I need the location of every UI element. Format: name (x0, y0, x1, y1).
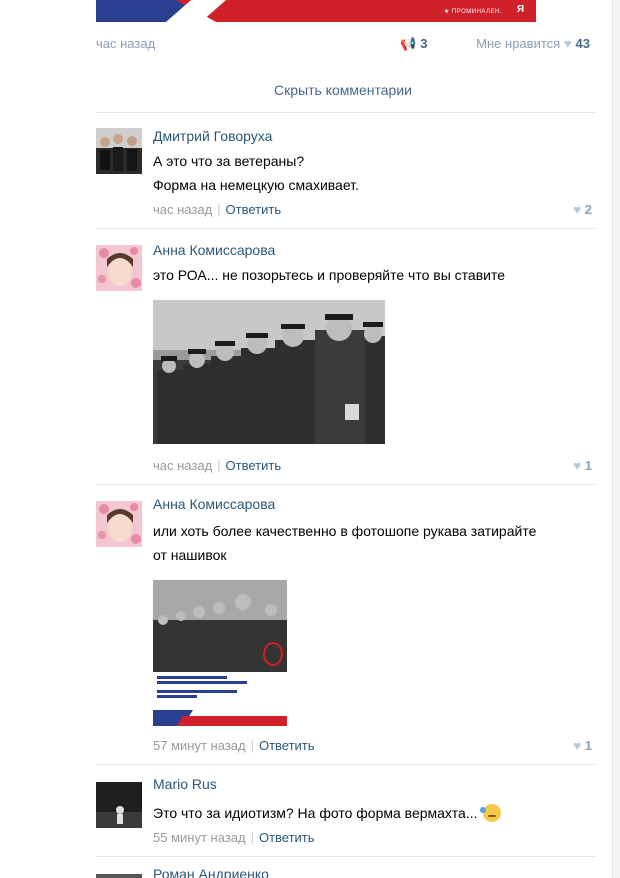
comment-text-line: Форма на немецкую смахивает. (153, 177, 359, 193)
post-meta-row: час назад 📢 3 Мне нравится ♥ 43 (96, 36, 590, 54)
comment-author[interactable]: Роман Андриенко (153, 866, 269, 878)
heart-icon: ♥ (573, 738, 582, 753)
comment-text-line: от нашивок (153, 547, 227, 563)
heart-icon: ♥ (573, 202, 582, 217)
comment-meta: час назад | Ответить (153, 202, 282, 217)
comment-time[interactable]: 57 минут назад (153, 738, 246, 753)
post-image-banner[interactable]: ★ ПРОМИНАЛЕН. Я (96, 0, 536, 22)
divider (96, 228, 596, 229)
avatar[interactable] (96, 874, 142, 878)
post-time[interactable]: час назад (96, 36, 155, 51)
comment-text-line: или хоть более качественно в фотошопе ру… (153, 523, 537, 539)
divider (96, 856, 596, 857)
comment-text: Это что за идиотизм? На фото форма верма… (153, 805, 478, 821)
like-button[interactable]: Мне нравится ♥ 43 (476, 36, 590, 51)
comment-like-button[interactable]: ♥ 2 (573, 202, 592, 217)
reply-link[interactable]: Ответить (259, 830, 315, 845)
like-label: Мне нравится (476, 36, 561, 51)
comment-like-button[interactable]: ♥ 1 (573, 458, 592, 473)
reply-link[interactable]: Ответить (226, 202, 282, 217)
heart-icon: ♥ (563, 36, 572, 51)
comment-author[interactable]: Анна Комиссарова (153, 242, 275, 258)
divider (96, 764, 596, 765)
scrollbar[interactable] (612, 0, 620, 878)
comment-time[interactable]: час назад (153, 202, 212, 217)
avatar[interactable] (96, 501, 142, 547)
comment-like-count: 1 (584, 458, 592, 473)
sad-emoji-icon (480, 804, 502, 822)
comment-text-line: это РОА... не позорьтесь и проверяйте чт… (153, 267, 505, 283)
comment: Дмитрий Говоруха А это что за ветераны? … (96, 128, 596, 224)
megaphone-icon: 📢 (400, 36, 417, 51)
comment-time[interactable]: час назад (153, 458, 212, 473)
avatar[interactable] (96, 128, 142, 174)
comment-time[interactable]: 55 минут назад (153, 830, 246, 845)
comment-text-line: А это что за ветераны? (153, 153, 305, 169)
banner-caption: ★ ПРОМИНАЛЕН. (443, 9, 502, 15)
comment-like-count: 2 (584, 202, 592, 217)
avatar[interactable] (96, 782, 142, 828)
comment-meta: 57 минут назад | Ответить (153, 738, 315, 753)
divider (96, 112, 596, 113)
banner-logo: Я (516, 4, 524, 15)
comment-author[interactable]: Дмитрий Говоруха (153, 128, 272, 144)
comment-text-line: Это что за идиотизм? На фото форма верма… (153, 800, 502, 826)
comment-meta: 55 минут назад | Ответить (153, 830, 315, 845)
reply-link[interactable]: Ответить (259, 738, 315, 753)
attached-photo[interactable] (153, 580, 287, 726)
comment-author[interactable]: Mario Rus (153, 776, 217, 792)
comment: Mario Rus Это что за идиотизм? На фото ф… (96, 776, 596, 852)
heart-icon: ♥ (573, 458, 582, 473)
share-count: 3 (420, 36, 428, 51)
like-count: 43 (575, 36, 590, 51)
comment-author[interactable]: Анна Комиссарова (153, 496, 275, 512)
comment: Анна Комиссарова или хоть более качестве… (96, 496, 596, 758)
comment: Роман Андриенко (96, 866, 596, 878)
divider (96, 484, 596, 485)
hide-comments-link[interactable]: Скрыть комментарии (96, 82, 590, 98)
reply-link[interactable]: Ответить (226, 458, 282, 473)
comment-like-button[interactable]: ♥ 1 (573, 738, 592, 753)
share-button[interactable]: 📢 3 (400, 36, 427, 52)
comment-like-count: 1 (584, 738, 592, 753)
comment: Анна Комиссарова это РОА... не позорьтес… (96, 242, 596, 478)
avatar[interactable] (96, 245, 142, 291)
comment-meta: час назад | Ответить (153, 458, 282, 473)
attached-photo[interactable] (153, 300, 385, 444)
